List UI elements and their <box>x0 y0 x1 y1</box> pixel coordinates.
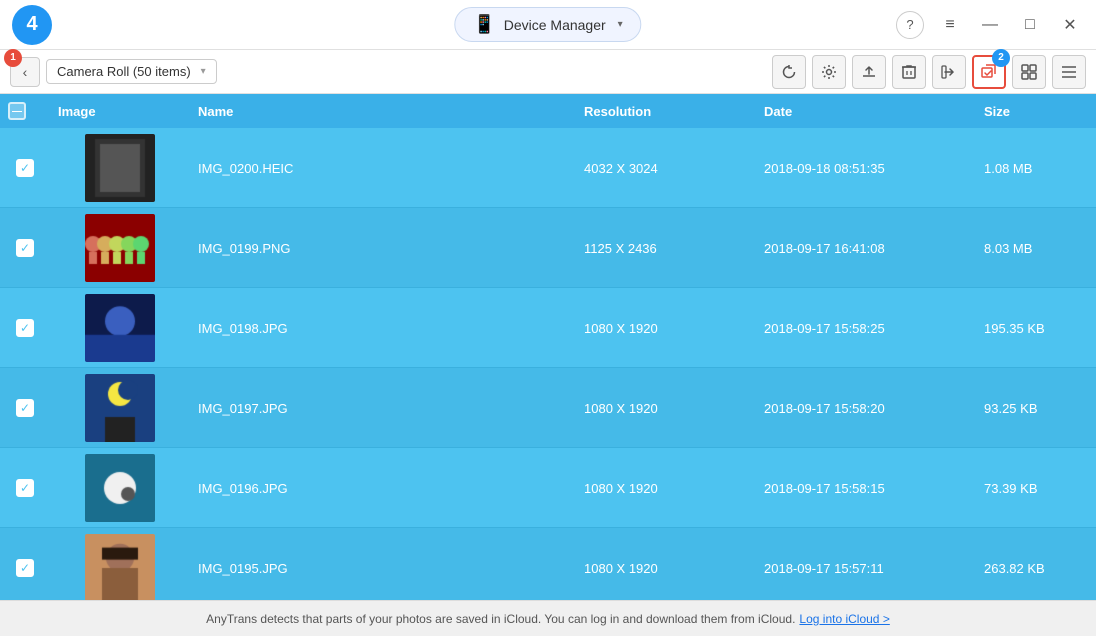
file-name: IMG_0196.JPG <box>190 481 576 496</box>
table-row[interactable]: ✓ IMG_0197.JPG1080 X 19202018-09-17 15:58… <box>0 368 1096 448</box>
file-size: 8.03 MB <box>976 241 1096 256</box>
row-checkbox[interactable]: ✓ <box>16 319 34 337</box>
notification-bar: AnyTrans detects that parts of your phot… <box>0 600 1096 636</box>
device-icon: 📱 <box>473 14 495 35</box>
file-date: 2018-09-17 15:58:25 <box>756 321 976 336</box>
app-logo[interactable]: 4 <box>12 5 52 45</box>
row-checkbox[interactable]: ✓ <box>16 159 34 177</box>
thumbnail <box>85 534 155 600</box>
row-checkbox[interactable]: ✓ <box>16 479 34 497</box>
header-date: Date <box>756 104 976 119</box>
grid-view-button[interactable] <box>1012 55 1046 89</box>
file-resolution: 1080 X 1920 <box>576 321 756 336</box>
file-name: IMG_0199.PNG <box>190 241 576 256</box>
header-name: Name <box>190 104 576 119</box>
thumbnail <box>85 294 155 362</box>
file-date: 2018-09-17 15:57:11 <box>756 561 976 576</box>
folder-dropdown[interactable]: Camera Roll (50 items) ▾ <box>46 59 217 84</box>
file-size: 263.82 KB <box>976 561 1096 576</box>
header-resolution: Resolution <box>576 104 756 119</box>
toolbar: 1 ‹ Camera Roll (50 items) ▾ <box>0 50 1096 94</box>
window-controls: ? ≡ — □ ✕ <box>896 11 1084 39</box>
notification-text: AnyTrans detects that parts of your phot… <box>206 612 795 626</box>
file-date: 2018-09-17 15:58:20 <box>756 401 976 416</box>
file-date: 2018-09-17 16:41:08 <box>756 241 976 256</box>
folder-label: Camera Roll (50 items) <box>57 64 191 79</box>
file-size: 93.25 KB <box>976 401 1096 416</box>
thumbnail <box>85 374 155 442</box>
maximize-button[interactable]: □ <box>1016 11 1044 39</box>
header-checkbox: — <box>0 102 50 120</box>
help-button[interactable]: ? <box>896 11 924 39</box>
table-row[interactable]: ✓ IMG_0200.HEIC4032 X 30242018-09-18 08:5… <box>0 128 1096 208</box>
file-name: IMG_0197.JPG <box>190 401 576 416</box>
table-body: ✓ IMG_0200.HEIC4032 X 30242018-09-18 08:5… <box>0 128 1096 600</box>
list-view-button[interactable] <box>1052 55 1086 89</box>
thumbnail <box>85 134 155 202</box>
header-size: Size <box>976 104 1096 119</box>
table-row[interactable]: ✓ IMG_0199.PNG1125 X 24362018-09-17 16:41… <box>0 208 1096 288</box>
file-resolution: 1125 X 2436 <box>576 241 756 256</box>
row-checkbox[interactable]: ✓ <box>16 239 34 257</box>
thumbnail <box>85 214 155 282</box>
file-date: 2018-09-18 08:51:35 <box>756 161 976 176</box>
folder-chevron-icon: ▾ <box>201 66 206 77</box>
file-resolution: 1080 X 1920 <box>576 401 756 416</box>
settings-button[interactable] <box>812 55 846 89</box>
step1-badge: 1 <box>4 49 22 67</box>
file-name: IMG_0198.JPG <box>190 321 576 336</box>
thumbnail <box>85 454 155 522</box>
file-resolution: 4032 X 3024 <box>576 161 756 176</box>
minimize-button[interactable]: — <box>976 11 1004 39</box>
menu-button[interactable]: ≡ <box>936 11 964 39</box>
refresh-button[interactable] <box>772 55 806 89</box>
table-row[interactable]: ✓ IMG_0198.JPG1080 X 19202018-09-17 15:58… <box>0 288 1096 368</box>
export-button[interactable] <box>932 55 966 89</box>
row-checkbox[interactable]: ✓ <box>16 559 34 577</box>
step2-badge: 2 <box>992 49 1010 67</box>
header-image: Image <box>50 104 190 119</box>
file-name: IMG_0195.JPG <box>190 561 576 576</box>
file-date: 2018-09-17 15:58:15 <box>756 481 976 496</box>
table-row[interactable]: ✓ IMG_0196.JPG1080 X 19202018-09-17 15:58… <box>0 448 1096 528</box>
table-row[interactable]: ✓ IMG_0195.JPG1080 X 19202018-09-17 15:57… <box>0 528 1096 600</box>
file-resolution: 1080 X 1920 <box>576 481 756 496</box>
row-checkbox[interactable]: ✓ <box>16 399 34 417</box>
delete-button[interactable] <box>892 55 926 89</box>
file-resolution: 1080 X 1920 <box>576 561 756 576</box>
close-button[interactable]: ✕ <box>1056 11 1084 39</box>
icloud-link[interactable]: Log into iCloud > <box>799 612 889 626</box>
upload-button[interactable] <box>852 55 886 89</box>
title-bar: 4 📱 Device Manager ▾ ? ≡ — □ ✕ <box>0 0 1096 50</box>
add-to-album-button[interactable]: 2 <box>972 55 1006 89</box>
device-manager-label: Device Manager <box>504 17 606 33</box>
file-name: IMG_0200.HEIC <box>190 161 576 176</box>
file-size: 73.39 KB <box>976 481 1096 496</box>
table-header: — Image Name Resolution Date Size <box>0 94 1096 128</box>
chevron-down-icon: ▾ <box>618 19 623 30</box>
device-manager-button[interactable]: 📱 Device Manager ▾ <box>454 7 641 42</box>
file-size: 195.35 KB <box>976 321 1096 336</box>
file-size: 1.08 MB <box>976 161 1096 176</box>
